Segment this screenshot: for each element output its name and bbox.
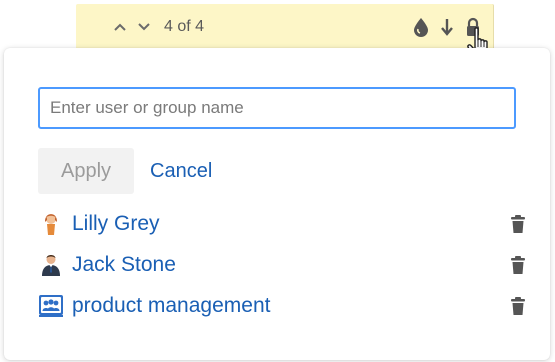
chevron-up-icon [114, 23, 126, 31]
entry-name[interactable]: Lilly Grey [72, 212, 160, 236]
chevron-down-icon [138, 23, 150, 31]
cancel-button[interactable]: Cancel [150, 160, 212, 183]
entry-name[interactable]: Jack Stone [72, 253, 176, 277]
droplet-icon [414, 18, 428, 37]
next-comment-button[interactable] [134, 17, 154, 37]
male-user-avatar-icon [38, 252, 64, 278]
restriction-entry: Lilly Grey [38, 209, 528, 239]
delete-entry-button[interactable] [508, 294, 528, 318]
entry-name[interactable]: product management [72, 294, 270, 318]
trash-icon [511, 256, 525, 274]
delete-entry-button[interactable] [508, 253, 528, 277]
restrictions-popup: Apply Cancel Lilly Grey [4, 48, 550, 360]
group-icon [38, 293, 64, 319]
comment-counter: 4 of 4 [164, 18, 205, 35]
previous-comment-button[interactable] [110, 17, 130, 37]
arrow-down-icon [441, 19, 453, 36]
female-user-avatar-icon [38, 211, 64, 237]
user-or-group-input[interactable] [38, 87, 516, 129]
stage: 4 of 4 Enter user or group name Apply Ca… [0, 0, 555, 362]
trash-icon [511, 215, 525, 233]
scroll-to-comment-button[interactable] [437, 16, 457, 38]
trash-icon [511, 297, 525, 315]
apply-button[interactable]: Apply [38, 148, 134, 194]
comment-navigation-bar: 4 of 4 [76, 4, 494, 50]
color-button[interactable] [411, 16, 431, 38]
delete-entry-button[interactable] [508, 212, 528, 236]
restrictions-button[interactable] [463, 16, 483, 38]
restriction-entry: Jack Stone [38, 250, 528, 280]
restriction-entry: product management [38, 291, 528, 321]
lock-icon [467, 17, 479, 36]
comment-actions [411, 16, 483, 38]
